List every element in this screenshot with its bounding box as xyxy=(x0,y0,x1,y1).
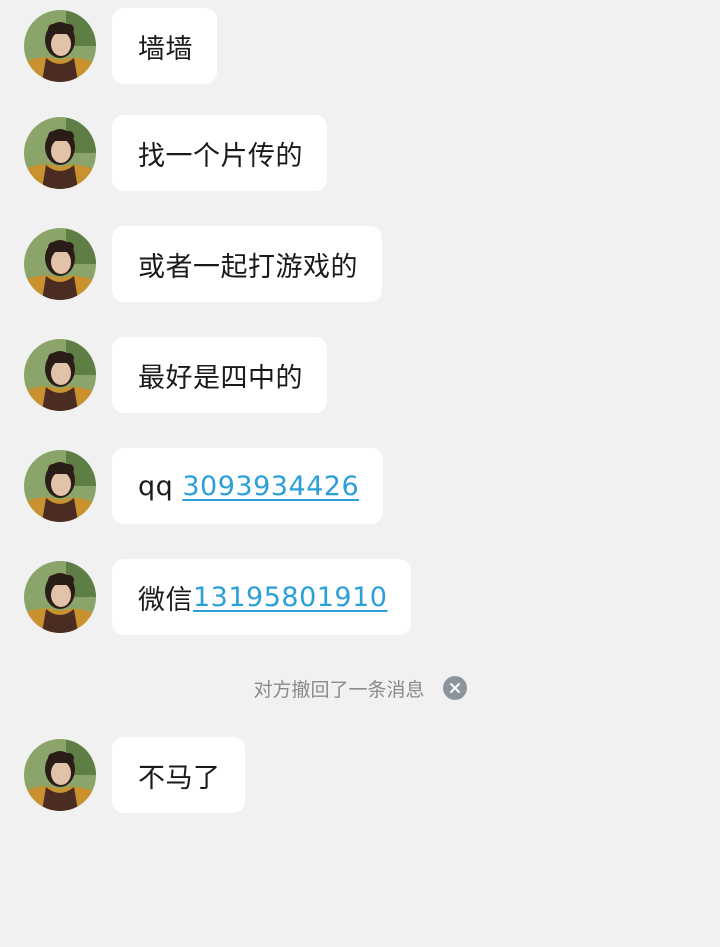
avatar[interactable] xyxy=(24,739,96,811)
message-text: 或者一起打游戏的 xyxy=(138,251,358,283)
message-row: 不马了 xyxy=(24,737,245,813)
message-row: 最好是四中的 xyxy=(24,337,327,413)
message-row: 微信 13195801910 xyxy=(24,559,412,635)
phone-number-link[interactable]: 3093934426 xyxy=(182,471,359,502)
message-text: 最好是四中的 xyxy=(138,362,303,394)
recall-notice-text: 对方撤回了一条消息 xyxy=(253,678,425,701)
message-bubble[interactable]: 微信 13195801910 xyxy=(112,559,412,635)
avatar[interactable] xyxy=(24,561,96,633)
avatar[interactable] xyxy=(24,228,96,300)
message-bubble[interactable]: 找一个片传的 xyxy=(112,115,327,191)
recall-notice: 对方撤回了一条消息 xyxy=(0,672,720,704)
avatar[interactable] xyxy=(24,117,96,189)
message-row: 找一个片传的 xyxy=(24,115,327,191)
message-bubble[interactable]: 不马了 xyxy=(112,737,245,813)
message-bubble[interactable]: 或者一起打游戏的 xyxy=(112,226,382,302)
close-circle-icon[interactable] xyxy=(442,676,467,700)
message-text: 墙墙 xyxy=(138,33,193,65)
message-text: 微信 xyxy=(138,584,193,616)
avatar[interactable] xyxy=(24,339,96,411)
message-row: qq 3093934426 xyxy=(24,448,384,524)
message-row: 墙墙 xyxy=(24,8,217,84)
message-bubble[interactable]: 最好是四中的 xyxy=(112,337,327,413)
message-bubble[interactable]: qq 3093934426 xyxy=(112,448,384,524)
avatar[interactable] xyxy=(24,10,96,82)
message-text: 不马了 xyxy=(138,762,221,794)
message-bubble[interactable]: 墙墙 xyxy=(112,8,217,84)
chat-area: 墙墙 找一个片传的 或者一起打游戏的 最好是四中的 qq 3093934426 … xyxy=(0,0,720,947)
phone-number-link[interactable]: 13195801910 xyxy=(193,582,387,613)
avatar[interactable] xyxy=(24,450,96,522)
message-text: qq xyxy=(138,470,183,502)
message-text: 找一个片传的 xyxy=(138,140,303,172)
message-row: 或者一起打游戏的 xyxy=(24,226,382,302)
